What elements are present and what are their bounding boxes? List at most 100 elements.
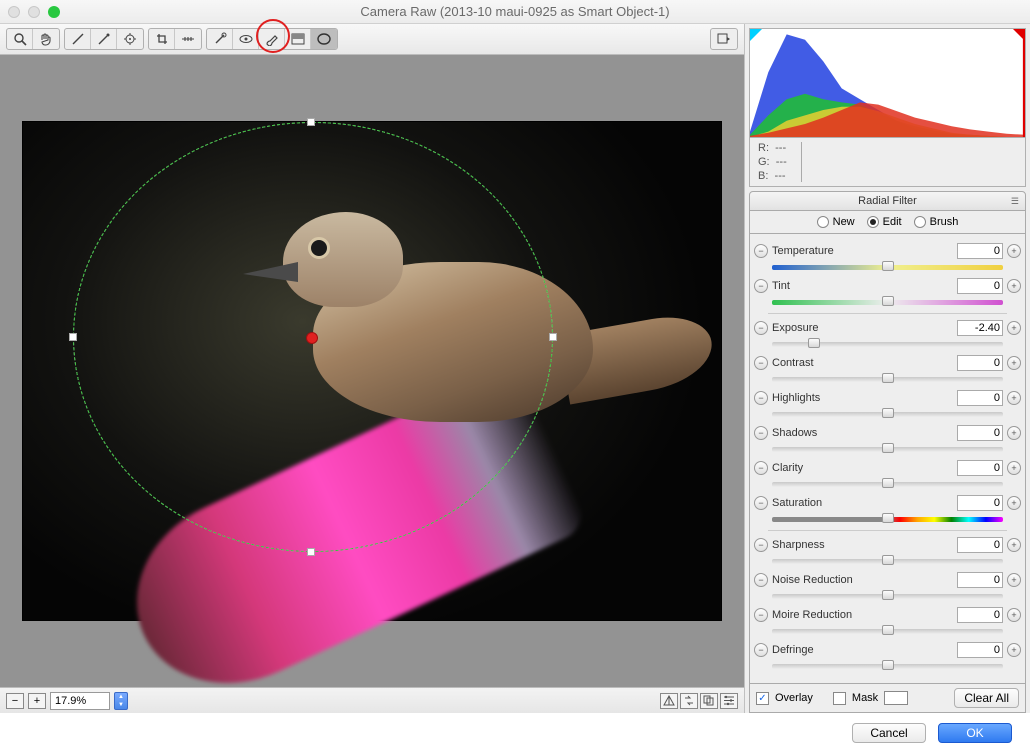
highlights-plus[interactable]: + — [1007, 391, 1021, 405]
temperature-minus[interactable]: − — [754, 244, 768, 258]
exposure-minus[interactable]: − — [754, 321, 768, 335]
sharpness-value[interactable] — [957, 537, 1003, 553]
sharpness-thumb[interactable] — [882, 555, 894, 565]
contrast-minus[interactable]: − — [754, 356, 768, 370]
contrast-value[interactable] — [957, 355, 1003, 371]
clarity-plus[interactable]: + — [1007, 461, 1021, 475]
selection-handle-left[interactable] — [69, 333, 77, 341]
highlights-minus[interactable]: − — [754, 391, 768, 405]
sharpness-plus[interactable]: + — [1007, 538, 1021, 552]
shadows-value[interactable] — [957, 425, 1003, 441]
shadows-minus[interactable]: − — [754, 426, 768, 440]
copy-settings-button[interactable] — [700, 693, 718, 709]
adjustment-brush-tool[interactable] — [259, 29, 285, 49]
defringe-value[interactable] — [957, 642, 1003, 658]
defringe-thumb[interactable] — [882, 660, 894, 670]
defringe-plus[interactable]: + — [1007, 643, 1021, 657]
contrast-thumb[interactable] — [882, 373, 894, 383]
swap-before-after-button[interactable] — [680, 693, 698, 709]
highlight-clipping-warning[interactable] — [1013, 29, 1025, 41]
defringe-label: Defringe — [772, 644, 814, 656]
color-sampler-tool[interactable] — [91, 29, 117, 49]
saturation-plus[interactable]: + — [1007, 496, 1021, 510]
radial-filter-tool[interactable] — [311, 29, 337, 49]
clarity-value[interactable] — [957, 460, 1003, 476]
adjustment-sliders: −Temperature+−Tint+−Exposure+−Contrast+−… — [749, 234, 1026, 684]
cancel-button[interactable]: Cancel — [852, 723, 926, 743]
ok-button[interactable]: OK — [938, 723, 1012, 743]
shadows-plus[interactable]: + — [1007, 426, 1021, 440]
saturation-thumb[interactable] — [882, 513, 894, 523]
targeted-adjustment-tool[interactable] — [117, 29, 143, 49]
saturation-minus[interactable]: − — [754, 496, 768, 510]
moire-thumb[interactable] — [882, 625, 894, 635]
mask-color-swatch[interactable] — [884, 691, 908, 705]
clarity-minus[interactable]: − — [754, 461, 768, 475]
saturation-value[interactable] — [957, 495, 1003, 511]
tint-thumb[interactable] — [882, 296, 894, 306]
overlay-checkbox[interactable]: ✓ — [756, 692, 769, 705]
clarity-label: Clarity — [772, 462, 803, 474]
image-preview[interactable] — [22, 121, 722, 621]
zoom-level-field[interactable]: 17.9% — [50, 692, 110, 710]
temperature-thumb[interactable] — [882, 261, 894, 271]
zoom-tool[interactable] — [7, 29, 33, 49]
temperature-value[interactable] — [957, 243, 1003, 259]
temperature-plus[interactable]: + — [1007, 244, 1021, 258]
clear-all-button[interactable]: Clear All — [954, 688, 1019, 708]
sharpness-minus[interactable]: − — [754, 538, 768, 552]
white-balance-tool[interactable] — [65, 29, 91, 49]
mask-checkbox[interactable] — [833, 692, 846, 705]
rgb-readout: R: --- G: --- B: --- — [749, 138, 1026, 187]
noise-minus[interactable]: − — [754, 573, 768, 587]
preferences-button[interactable] — [711, 29, 737, 49]
highlights-value[interactable] — [957, 390, 1003, 406]
window-title: Camera Raw (2013-10 maui-0925 as Smart O… — [0, 4, 1030, 19]
shadows-label: Shadows — [772, 427, 817, 439]
b-value: --- — [775, 170, 786, 182]
defringe-minus[interactable]: − — [754, 643, 768, 657]
exposure-value[interactable] — [957, 320, 1003, 336]
shadows-thumb[interactable] — [882, 443, 894, 453]
noise-thumb[interactable] — [882, 590, 894, 600]
hand-tool[interactable] — [33, 29, 59, 49]
histogram[interactable] — [749, 28, 1026, 138]
highlights-thumb[interactable] — [882, 408, 894, 418]
noise-plus[interactable]: + — [1007, 573, 1021, 587]
moire-minus[interactable]: − — [754, 608, 768, 622]
crop-tool[interactable] — [149, 29, 175, 49]
moire-value[interactable] — [957, 607, 1003, 623]
before-after-button[interactable] — [660, 693, 678, 709]
selection-handle-bottom[interactable] — [307, 548, 315, 556]
mode-new[interactable]: New — [817, 216, 855, 228]
preview-preferences-button[interactable] — [720, 693, 738, 709]
zoom-out-button[interactable]: − — [6, 693, 24, 709]
zoom-in-button[interactable]: + — [28, 693, 46, 709]
zoom-stepper[interactable]: ▲▼ — [114, 692, 128, 710]
moire-plus[interactable]: + — [1007, 608, 1021, 622]
image-preview-area[interactable] — [0, 55, 744, 687]
panel-menu-icon[interactable]: ☰ — [1011, 196, 1019, 207]
noise-value[interactable] — [957, 572, 1003, 588]
selection-handle-right[interactable] — [549, 333, 557, 341]
temperature-label: Temperature — [772, 245, 834, 257]
titlebar: Camera Raw (2013-10 maui-0925 as Smart O… — [0, 0, 1030, 24]
contrast-plus[interactable]: + — [1007, 356, 1021, 370]
selection-handle-top[interactable] — [307, 118, 315, 126]
tint-minus[interactable]: − — [754, 279, 768, 293]
graduated-filter-tool[interactable] — [285, 29, 311, 49]
clarity-thumb[interactable] — [882, 478, 894, 488]
shadow-clipping-warning[interactable] — [750, 29, 762, 41]
spot-removal-tool[interactable] — [207, 29, 233, 49]
mode-brush[interactable]: Brush — [914, 216, 959, 228]
tint-value[interactable] — [957, 278, 1003, 294]
tool-toolbar — [0, 24, 744, 55]
red-eye-tool[interactable] — [233, 29, 259, 49]
radial-filter-pin[interactable] — [306, 332, 318, 344]
exposure-thumb[interactable] — [808, 338, 820, 348]
straighten-tool[interactable] — [175, 29, 201, 49]
mode-edit[interactable]: Edit — [867, 216, 902, 228]
tint-plus[interactable]: + — [1007, 279, 1021, 293]
exposure-plus[interactable]: + — [1007, 321, 1021, 335]
mode-selector: New Edit Brush — [749, 211, 1026, 234]
